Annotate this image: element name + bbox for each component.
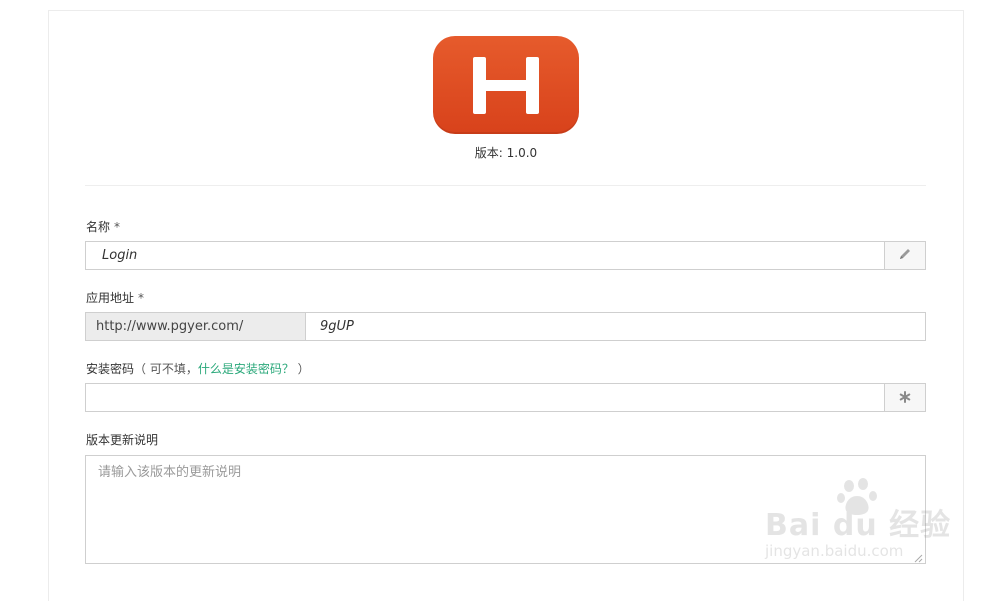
password-toggle-button[interactable]	[884, 383, 926, 412]
what-is-install-password-link[interactable]: 什么是安装密码？	[198, 362, 294, 376]
app-icon	[433, 36, 579, 134]
name-label-text: 名称	[86, 220, 111, 234]
install-password-label: 安装密码（ 可不填，什么是安装密码？ ）	[86, 360, 310, 377]
version-label: 版本: 1.0.0	[474, 146, 538, 160]
install-password-input[interactable]	[85, 383, 885, 412]
release-notes-placeholder: 请输入该版本的更新说明	[98, 465, 242, 480]
install-password-hint-close: ）	[293, 362, 310, 376]
app-url-label-text: 应用地址	[86, 291, 135, 305]
app-url-input[interactable]: 9gUP	[305, 312, 926, 341]
required-mark: *	[114, 220, 121, 234]
divider	[85, 185, 926, 186]
app-url-label: 应用地址 *	[86, 289, 144, 306]
watermark-logo: Bai du 经验 jingyan.baidu.com	[765, 478, 955, 578]
name-input[interactable]: Login	[85, 241, 885, 270]
url-prefix: http://www.pgyer.com/	[85, 312, 306, 341]
asterisk-icon	[899, 388, 911, 407]
edit-name-button[interactable]	[884, 241, 926, 270]
name-label: 名称 *	[86, 218, 120, 235]
pencil-icon	[898, 246, 912, 265]
app-icon-glyph-middle	[473, 80, 539, 91]
release-notes-label: 版本更新说明	[86, 433, 159, 447]
install-password-hint: （ 可不填，	[134, 362, 198, 376]
install-password-label-text: 安装密码	[86, 362, 135, 376]
required-mark: *	[138, 291, 145, 305]
